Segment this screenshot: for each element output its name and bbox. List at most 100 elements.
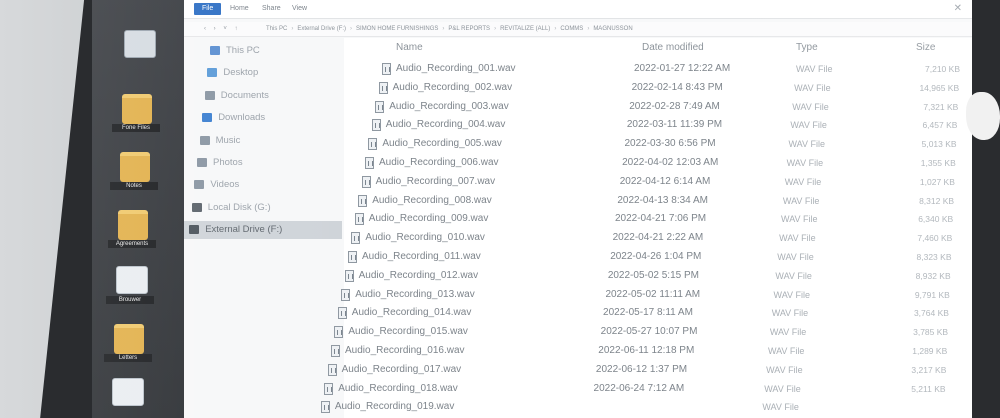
table-row[interactable]: Audio_Recording_003.wav 2022-02-28 7:49 A… — [344, 98, 972, 116]
file-type: WAV File — [769, 327, 807, 338]
desktop-icon-label: Letters — [104, 354, 152, 362]
file-name: Audio_Recording_015.wav — [348, 326, 468, 338]
file-date: 2022-02-14 8:43 PM — [631, 81, 723, 93]
breadcrumb-item[interactable]: COMMS — [560, 26, 583, 32]
file-name: Audio_Recording_005.wav — [382, 138, 502, 150]
table-row[interactable]: Audio_Recording_005.wav 2022-03-30 6:56 P… — [344, 135, 972, 153]
file-name: Audio_Recording_013.wav — [355, 288, 475, 300]
table-row[interactable]: Audio_Recording_006.wav 2022-04-02 12:03 … — [344, 154, 972, 172]
document-icon — [204, 90, 215, 100]
file-name: Audio_Recording_010.wav — [365, 232, 485, 244]
desktop-icon[interactable]: Brouwer — [102, 266, 160, 318]
ribbon-tab-view[interactable]: View — [292, 3, 307, 15]
audio-file-icon — [371, 119, 381, 132]
file-date: 2022-05-27 10:07 PM — [600, 326, 698, 338]
file-date: 2022-05-02 5:15 PM — [607, 269, 699, 281]
audio-file-icon — [327, 363, 337, 376]
audio-file-icon — [358, 194, 368, 207]
sidebar-item[interactable]: This PC — [184, 42, 342, 60]
ribbon-tab-home[interactable]: Home — [230, 3, 249, 15]
table-row[interactable]: Audio_Recording_019.wav WAV File — [320, 398, 972, 416]
drive-icon — [124, 30, 156, 58]
desktop-icon-label: Brouwer — [106, 296, 154, 304]
desktop-icon[interactable]: Fone Files — [108, 94, 166, 146]
file-type: WAV File — [792, 101, 829, 112]
navigation-pane: This PC Desktop Documents Downloads Music Pho… — [184, 38, 342, 418]
column-header-type[interactable]: Type — [796, 42, 818, 53]
folder-icon — [118, 210, 148, 240]
table-row[interactable]: Audio_Recording_004.wav 2022-03-11 11:39 … — [344, 116, 972, 134]
file-icon — [112, 378, 144, 406]
sidebar-item[interactable]: Photos — [184, 154, 342, 172]
breadcrumb-separator: › — [587, 26, 590, 32]
sidebar-item-label: Photos — [213, 157, 243, 168]
file-type: WAV File — [781, 214, 818, 225]
nav-buttons[interactable]: ‹ › ˅ ↑ — [204, 22, 241, 36]
audio-file-icon — [334, 326, 344, 339]
address-bar[interactable]: ‹ › ˅ ↑ This PC › External Drive (F:) › SIMO… — [184, 22, 972, 37]
sidebar-item[interactable]: Documents — [184, 87, 342, 105]
file-date: 2022-06-11 12:18 PM — [598, 345, 695, 356]
desktop-icon[interactable] — [110, 30, 168, 82]
column-header-size[interactable]: Size — [916, 42, 935, 53]
file-date: 2022-04-21 7:06 PM — [614, 213, 707, 225]
ribbon-tab-share[interactable]: Share — [262, 3, 281, 15]
table-row[interactable]: Audio_Recording_009.wav 2022-04-21 7:06 P… — [344, 210, 972, 228]
disk-icon — [191, 202, 202, 212]
audio-file-icon — [382, 63, 391, 75]
table-row[interactable]: Audio_Recording_001.wav 2022-01-27 12:22 … — [344, 60, 972, 78]
file-size: 8,312 KB — [919, 195, 955, 206]
sidebar-item[interactable]: Music — [184, 132, 342, 150]
table-row[interactable]: Audio_Recording_018.wav 2022-06-24 7:12 A… — [324, 380, 972, 398]
audio-file-icon — [368, 138, 378, 151]
breadcrumb-item[interactable]: SIMON HOME FURNISHINGS — [356, 26, 438, 32]
breadcrumb-item[interactable]: REVITALIZE (ALL) — [500, 26, 550, 32]
video-icon — [194, 180, 205, 190]
file-size: 1,289 KB — [912, 346, 948, 356]
sidebar-item-label: Videos — [210, 179, 240, 191]
file-name: Audio_Recording_019.wav — [334, 401, 455, 413]
sidebar-item[interactable]: Desktop — [184, 64, 342, 82]
photo-icon — [197, 158, 207, 167]
file-name: Audio_Recording_008.wav — [372, 194, 492, 206]
table-row[interactable]: Audio_Recording_002.wav 2022-02-14 8:43 P… — [344, 79, 972, 97]
file-date: 2022-06-24 7:12 AM — [593, 382, 685, 394]
sidebar-item-label: Desktop — [223, 67, 259, 79]
close-icon[interactable]: ✕ — [954, 3, 962, 14]
table-row[interactable]: Audio_Recording_010.wav 2022-04-21 2:22 A… — [344, 229, 972, 247]
table-row[interactable]: Audio_Recording_015.wav 2022-05-27 10:07 … — [334, 323, 972, 341]
file-name: Audio_Recording_017.wav — [341, 363, 462, 375]
table-row[interactable]: Audio_Recording_012.wav 2022-05-02 5:15 P… — [344, 267, 972, 285]
sidebar-item-label: Downloads — [218, 112, 266, 124]
table-row[interactable]: Audio_Recording_013.wav 2022-05-02 11:11 … — [341, 286, 972, 304]
file-type: WAV File — [788, 139, 826, 150]
sidebar-item[interactable]: Downloads — [184, 109, 342, 127]
desktop-icon[interactable] — [98, 378, 156, 418]
sidebar-item[interactable]: External Drive (F:) — [184, 221, 342, 240]
table-row[interactable]: Audio_Recording_014.wav 2022-05-17 8:11 A… — [337, 304, 972, 322]
breadcrumb-item[interactable]: This PC — [266, 26, 287, 32]
file-name: Audio_Recording_014.wav — [351, 307, 472, 319]
column-header-name[interactable]: Name — [396, 42, 423, 53]
ribbon-tab-file[interactable]: File — [194, 3, 222, 15]
music-icon — [199, 135, 210, 145]
audio-file-icon — [344, 269, 354, 282]
column-header-date[interactable]: Date modified — [642, 42, 704, 53]
breadcrumb-item[interactable]: MAGNUSSON — [593, 26, 632, 32]
file-size: 7,321 KB — [923, 101, 959, 112]
desktop-icon[interactable]: Notes — [106, 152, 164, 204]
folder-icon — [120, 152, 150, 182]
desktop-icon[interactable]: Letters — [100, 324, 158, 376]
table-row[interactable]: Audio_Recording_011.wav 2022-04-26 1:04 P… — [344, 248, 972, 266]
file-type: WAV File — [796, 64, 833, 74]
file-date: 2022-03-30 6:56 PM — [624, 138, 716, 150]
breadcrumb-item[interactable]: External Drive (F:) — [297, 26, 346, 32]
desktop-icon[interactable]: Agreements — [104, 210, 162, 262]
table-row[interactable]: Audio_Recording_017.wav 2022-06-12 1:37 P… — [327, 361, 972, 379]
sidebar-item[interactable]: Videos — [184, 176, 342, 194]
sidebar-item[interactable]: Local Disk (G:) — [184, 199, 342, 217]
breadcrumb-item[interactable]: P&L REPORTS — [448, 26, 490, 32]
table-row[interactable]: Audio_Recording_016.wav 2022-06-11 12:18 … — [331, 342, 972, 360]
table-row[interactable]: Audio_Recording_008.wav 2022-04-13 8:34 A… — [344, 192, 972, 210]
table-row[interactable]: Audio_Recording_007.wav 2022-04-12 6:14 A… — [344, 173, 972, 191]
